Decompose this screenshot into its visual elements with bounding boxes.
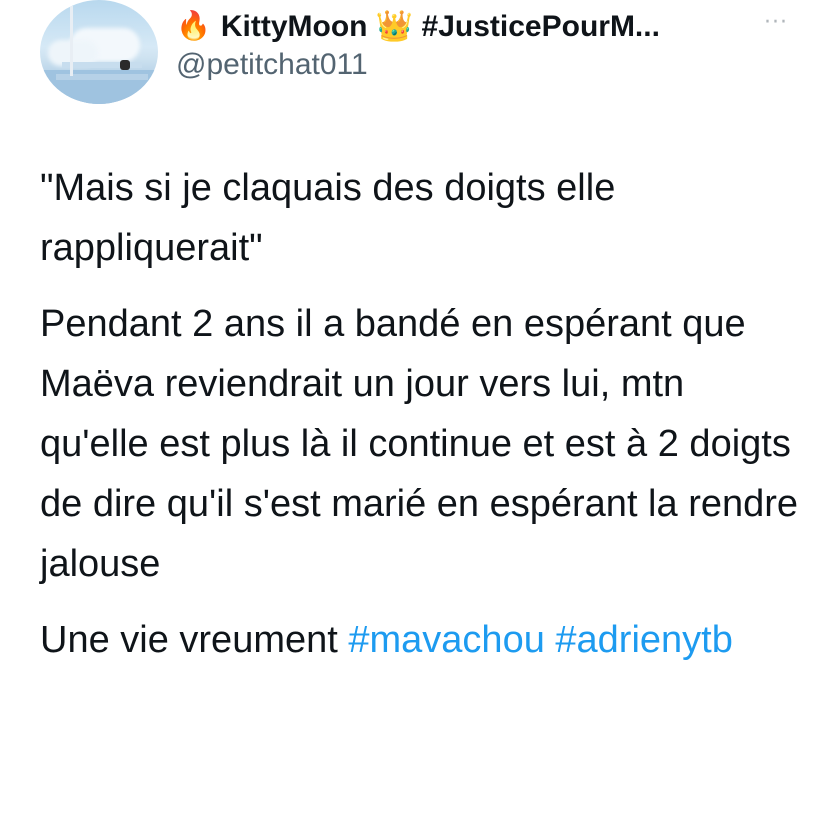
tweet-quote: "Mais si je claquais des doigts elle rap… [40,167,616,269]
tweet-paragraph: Pendant 2 ans il a bandé en espérant que… [40,303,799,585]
avatar-cat [120,60,130,70]
hashtag-link[interactable]: #adrienytb [555,619,732,661]
fire-emoji-icon: 🔥 [176,9,211,42]
tweet-body: "Mais si je claquais des doigts elle rap… [40,158,800,686]
tweet-closing: Une vie vreument #mavachou #adrienytb [40,610,800,670]
tweet-closing-text: Une vie vreument [40,619,349,661]
tweet-header: 🔥 KittyMoon 👑 #JusticePourM... @petitcha… [176,6,788,82]
avatar-stair [62,62,142,68]
author-display-name[interactable]: KittyMoon 👑 #JusticePourM... [221,9,660,44]
avatar[interactable] [40,0,158,104]
avatar-pole [70,6,73,76]
author-handle[interactable]: @petitchat011 [176,48,788,82]
more-horizontal-icon[interactable]: ··· [764,12,788,34]
author-name-row[interactable]: 🔥 KittyMoon 👑 #JusticePourM... [176,6,788,46]
hashtag-link[interactable]: #mavachou [348,619,544,661]
